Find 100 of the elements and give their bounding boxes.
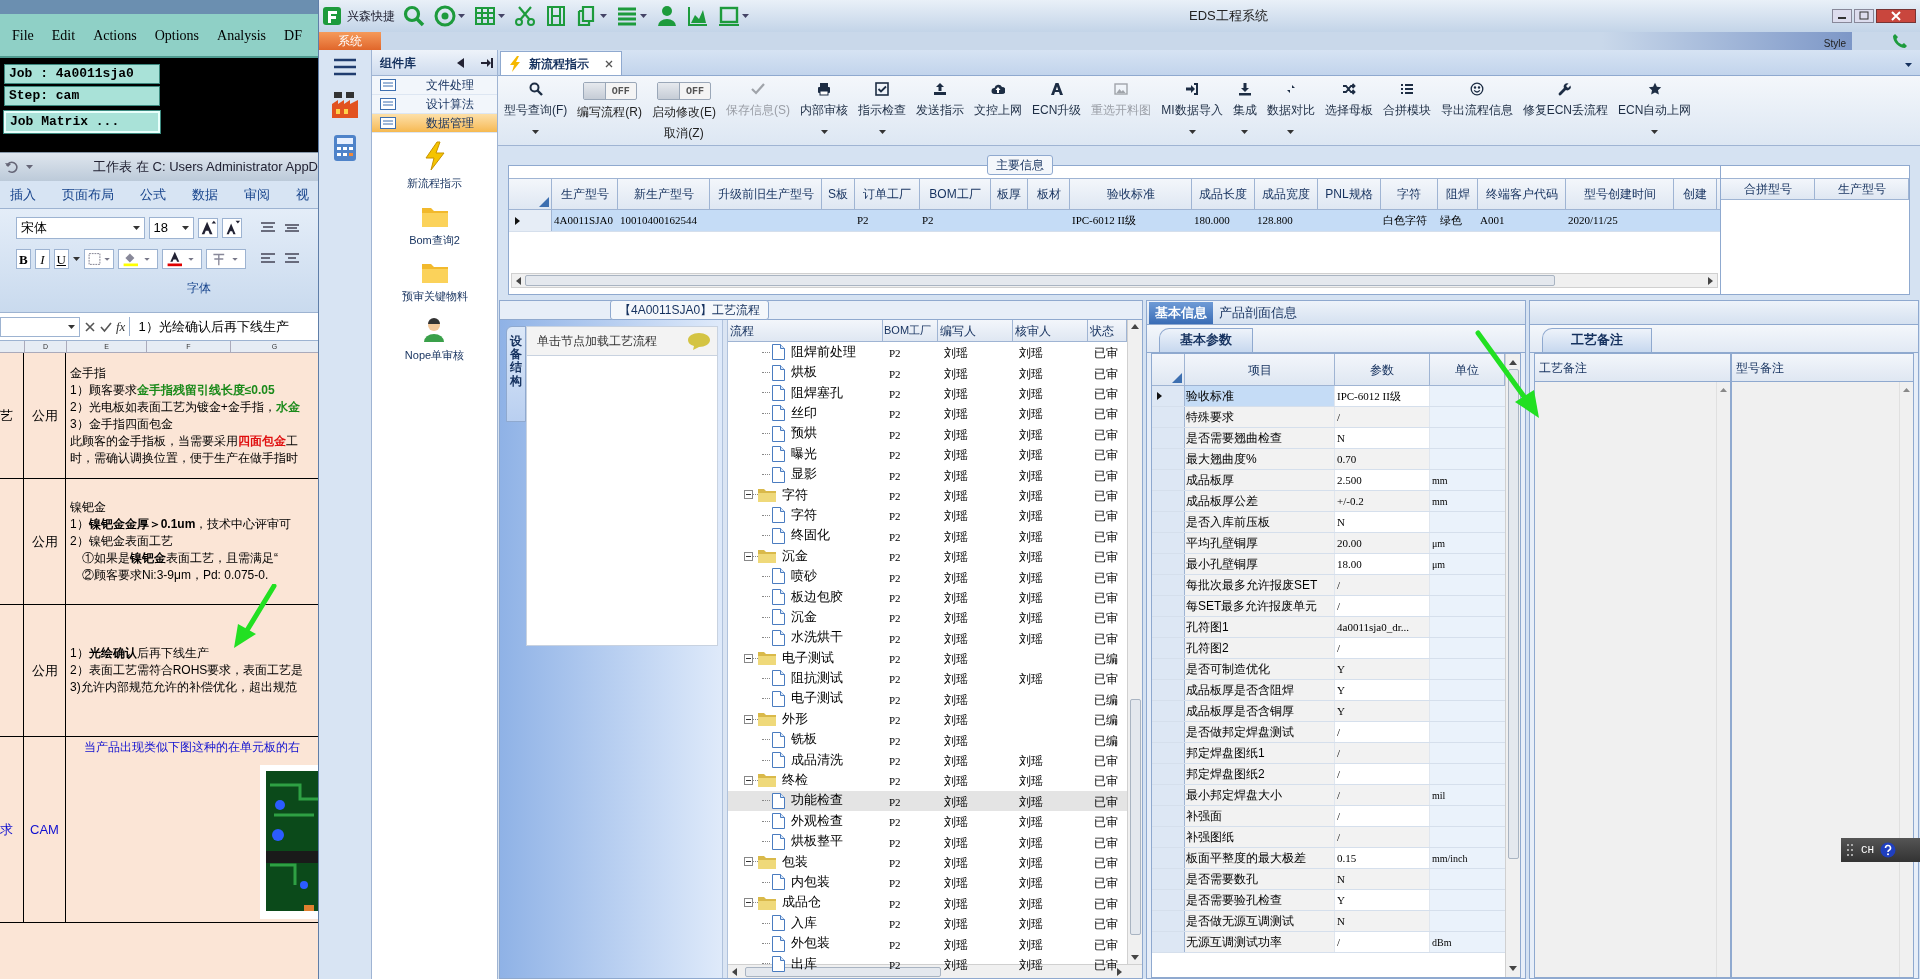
format-button[interactable]: U — [53, 249, 69, 269]
table-row[interactable]: 最大翘曲度% 0.70 — [1152, 449, 1505, 470]
tree-row[interactable]: 喷砂 P2 刘瑶 刘瑶 已审 — [728, 566, 1127, 587]
tree-row[interactable]: 曝光 P2 刘瑶 刘瑶 已审 — [728, 443, 1127, 465]
tree-row[interactable]: 成品清洗 P2 刘瑶 刘瑶 已审 — [728, 749, 1127, 771]
format-button[interactable]: I — [34, 249, 50, 269]
table-row[interactable]: 无源互调测试功率 / dBm — [1152, 932, 1505, 953]
tab[interactable]: 产品剖面信息 — [1213, 302, 1303, 324]
table-row[interactable]: 孔符图2 / — [1152, 638, 1505, 659]
vertical-scrollbar[interactable] — [1505, 354, 1520, 977]
tree-row[interactable]: 功能检查 P2 刘瑶 刘瑶 已审 — [728, 790, 1127, 811]
font-size-field[interactable]: 18 — [148, 217, 195, 239]
table-row[interactable]: 补强图纸 / — [1152, 827, 1505, 848]
table-row[interactable]: 邦定焊盘图纸1 / — [1152, 743, 1505, 764]
toolbar-button[interactable]: 选择母板 — [1324, 82, 1373, 119]
tool-button[interactable]: 预审关键物料 — [401, 260, 468, 305]
horizontal-scrollbar[interactable] — [511, 273, 1718, 288]
quick-toolbar-button[interactable] — [687, 5, 709, 27]
sidebar-item[interactable]: 设计算法 — [372, 95, 497, 114]
table-row[interactable]: 每SET最多允许报废单元 / — [1152, 596, 1505, 617]
table-row[interactable]: 最小孔壁铜厚 18.00 μm — [1152, 554, 1505, 575]
tree-row[interactable]: 铣板 P2 刘瑶 已编 — [728, 729, 1127, 750]
quick-toolbar-button[interactable] — [656, 5, 678, 27]
cancel-link[interactable]: 取消(Z) — [664, 124, 704, 142]
toggle-switch[interactable]: OFF 启动修改(E) — [652, 82, 716, 121]
table-row[interactable]: 是否做无源互调测试 N — [1152, 911, 1505, 932]
table-row[interactable]: 验收标准 IPC-6012 II级 — [1152, 386, 1505, 407]
tree-row[interactable]: 终检 P2 刘瑶 刘瑶 已审 — [728, 770, 1127, 791]
table-row[interactable]: 成品板厚 2.500 mm — [1152, 470, 1505, 491]
table-row[interactable]: 每批次最多允许报废SET / — [1152, 575, 1505, 596]
ribbon-tab[interactable]: 视 — [296, 184, 309, 205]
tool-button[interactable]: Bom查询2 — [409, 203, 460, 248]
table-row[interactable]: 特殊要求 / — [1152, 407, 1505, 428]
tool-button[interactable]: Nope单审核 — [404, 316, 465, 363]
table-row[interactable]: 是否需要数孔 N — [1152, 869, 1505, 890]
menu-item[interactable]: Options — [154, 24, 200, 46]
toolbar-button[interactable]: 导出流程信息 — [1440, 82, 1513, 119]
table-row[interactable]: 是否可制造优化 Y — [1152, 659, 1505, 680]
quick-toolbar-button[interactable] — [718, 5, 749, 27]
quick-toolbar-button[interactable] — [514, 5, 536, 27]
tree-row[interactable]: 外形 P2 刘瑶 已编 — [728, 709, 1127, 730]
table-row[interactable]: 成品板厚公差 +/-0.2 mm — [1152, 491, 1505, 512]
quick-toolbar-button[interactable] — [545, 5, 567, 27]
tree-row[interactable]: 沉金 P2 刘瑶 刘瑶 已审 — [728, 545, 1127, 567]
tree-row[interactable]: 电子测试 P2 刘瑶 已编 — [728, 688, 1127, 710]
tree-row[interactable]: 预烘 P2 刘瑶 刘瑶 已审 — [728, 423, 1127, 444]
tree-row[interactable]: 字符 P2 刘瑶 刘瑶 已审 — [728, 484, 1127, 506]
formula-field[interactable]: 1）光绘确认后再下线生产 — [129, 316, 314, 337]
tree-row[interactable]: 字符 P2 刘瑶 刘瑶 已审 — [728, 505, 1127, 526]
toolbar-button[interactable]: 发送指示 — [916, 82, 964, 119]
format-button[interactable]: B — [16, 249, 31, 269]
ribbon-tab[interactable]: 审阅 — [244, 184, 270, 205]
table-row[interactable]: 成品板厚是否含铜厚 Y — [1152, 701, 1505, 722]
tree-row[interactable]: 水洗烘干 P2 刘瑶 刘瑶 已审 — [728, 627, 1127, 648]
toolbar-button[interactable]: 合拼模块 — [1382, 82, 1431, 119]
ribbon-tab[interactable]: 数据 — [192, 184, 218, 205]
document-tab[interactable]: 新流程指示 — [500, 51, 622, 75]
table-row[interactable]: 4A0011SJA0 10010400162544 P2 P2 IPC-6012 II级 180.000 128.800 白色字符 绿色 A001 2020/11/25 — [509, 210, 1720, 232]
toolbar-button[interactable]: 修复ECN丢流程 — [1522, 82, 1609, 119]
tree-row[interactable]: 阻抗测试 P2 刘瑶 刘瑶 已审 — [728, 668, 1127, 689]
menu-item[interactable]: Actions — [93, 24, 137, 46]
table-row[interactable]: 是否需要翘曲检查 N — [1152, 428, 1505, 449]
tree-row[interactable]: 烘板整平 P2 刘瑶 刘瑶 已审 — [728, 831, 1127, 852]
ribbon-tab[interactable]: 插入 — [10, 184, 36, 205]
tree-row[interactable]: 入库 P2 刘瑶 刘瑶 已审 — [728, 912, 1127, 934]
table-row[interactable]: 是否入库前压板 N — [1152, 512, 1505, 533]
tree-row[interactable]: 板边包胶 P2 刘瑶 刘瑶 已审 — [728, 586, 1127, 608]
ribbon-tab[interactable]: 页面布局 — [62, 184, 114, 205]
sidebar-item[interactable]: 数据管理 — [372, 114, 497, 133]
quick-toolbar-button[interactable] — [474, 5, 505, 27]
table-row[interactable]: 孔符图1 4a0011sja0_dr... — [1152, 617, 1505, 638]
tree-row[interactable]: 丝印 P2 刘瑶 刘瑶 已审 — [728, 403, 1127, 424]
tree-row[interactable]: 外包装 P2 刘瑶 刘瑶 已审 — [728, 933, 1127, 954]
tree-row[interactable]: 包装 P2 刘瑶 刘瑶 已审 — [728, 851, 1127, 873]
ribbon-tab[interactable]: 公式 — [140, 184, 166, 205]
tree-row[interactable]: 内包装 P2 刘瑶 刘瑶 已审 — [728, 872, 1127, 893]
quick-toolbar-button[interactable] — [434, 5, 465, 27]
toolbar-button[interactable]: 文控上网 — [974, 82, 1022, 119]
toolbar-button[interactable]: 指示检查 — [858, 82, 906, 134]
tree-row[interactable]: 终固化 P2 刘瑶 刘瑶 已审 — [728, 525, 1127, 546]
vertical-scrollbar[interactable] — [1127, 320, 1142, 964]
toolbar-button[interactable]: MI数据导入 — [1161, 82, 1223, 134]
job-matrix-button[interactable]: Job Matrix ... — [4, 111, 160, 133]
font-name-field[interactable]: 宋体 — [16, 217, 145, 239]
table-row[interactable]: 邦定焊盘图纸2 / — [1152, 764, 1505, 785]
menu-item[interactable]: File — [12, 24, 34, 46]
tree-row[interactable]: 成品仓 P2 刘瑶 刘瑶 已审 — [728, 892, 1127, 913]
tree-row[interactable]: 电子测试 P2 刘瑶 已编 — [728, 647, 1127, 669]
tree-row[interactable]: 烘板 P2 刘瑶 刘瑶 已审 — [728, 362, 1127, 383]
toolbar-button[interactable]: ECN升级 — [1032, 82, 1082, 119]
quick-toolbar-button[interactable] — [616, 5, 647, 27]
table-row[interactable]: 是否需要验孔检查 Y — [1152, 890, 1505, 911]
tree-row[interactable]: 显影 P2 刘瑶 刘瑶 已审 — [728, 464, 1127, 485]
quick-toolbar-button[interactable] — [403, 5, 425, 27]
table-row[interactable]: 补强面 / — [1152, 806, 1505, 827]
table-row[interactable]: 成品板厚是否含阻焊 Y — [1152, 680, 1505, 701]
table-row[interactable]: 板面平整度的最大极差 0.15 mm/inch — [1152, 848, 1505, 869]
name-box[interactable] — [0, 316, 80, 337]
table-row[interactable]: 平均孔壁铜厚 20.00 μm — [1152, 533, 1505, 554]
table-row[interactable]: 是否做邦定焊盘测试 / — [1152, 722, 1505, 743]
